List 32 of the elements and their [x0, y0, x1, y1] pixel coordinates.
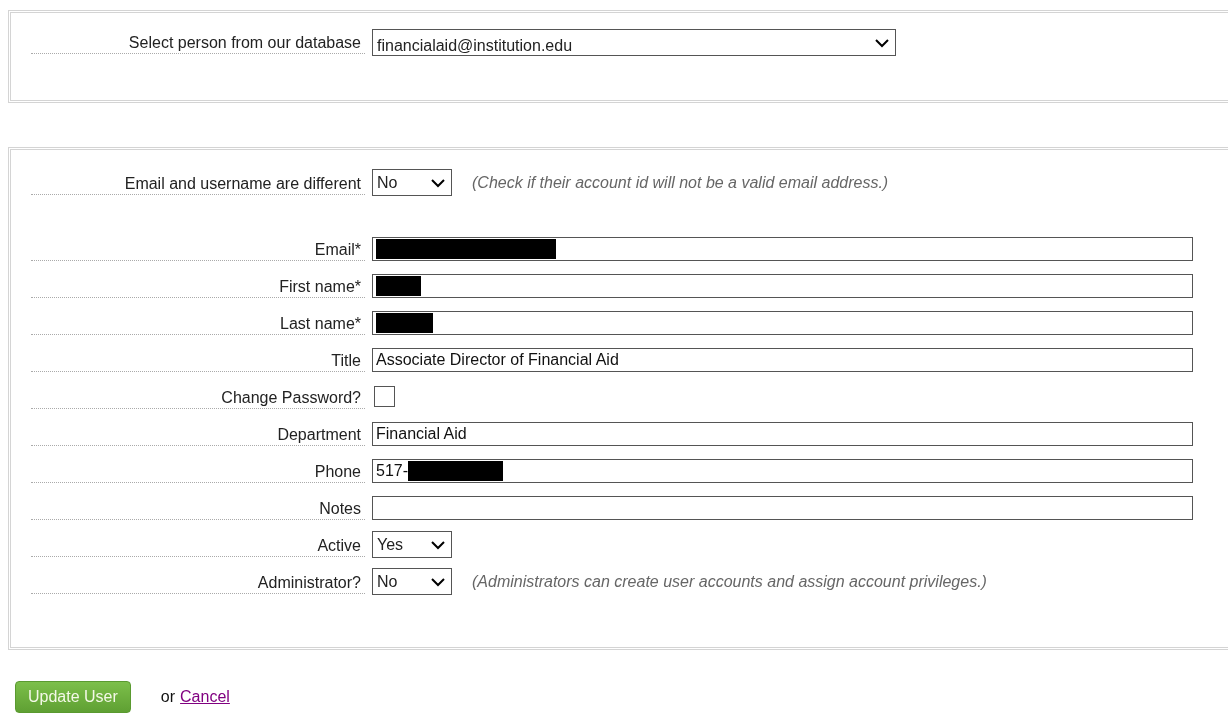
person-dropdown[interactable]: financialaid@institution.edu: [372, 29, 896, 56]
field-label: Email and username are different: [31, 174, 365, 195]
field-label: Email*: [31, 240, 365, 261]
field-label: Active: [31, 536, 365, 557]
field-label: Select person from our database: [31, 33, 365, 54]
or-text: or: [160, 688, 176, 706]
field-label: Department: [31, 425, 365, 446]
field-label: First name*: [31, 277, 365, 298]
field-label: Last name*: [31, 314, 365, 335]
chevron-down-icon: [431, 177, 445, 188]
hint-text: (Check if their account id will not be a valid email address.): [472, 173, 889, 192]
dropdown[interactable]: Yes: [372, 531, 452, 558]
chevron-down-icon: [431, 539, 445, 550]
text-field[interactable]: Financial Aid: [372, 421, 1193, 446]
text-field[interactable]: Associate Director of Financial Aid: [372, 347, 1193, 372]
text-field[interactable]: [372, 495, 1193, 520]
dropdown[interactable]: No: [372, 568, 452, 595]
chevron-down-icon: [875, 37, 889, 48]
text-field[interactable]: [372, 273, 1193, 298]
field-label: Administrator?: [31, 573, 365, 594]
text-field[interactable]: [372, 310, 1193, 335]
field-label: Notes: [31, 499, 365, 520]
chevron-down-icon: [431, 576, 445, 587]
field-label: Change Password?: [31, 388, 365, 409]
text-field[interactable]: [372, 236, 1193, 261]
text-field[interactable]: 517-: [372, 458, 1193, 483]
cancel-link[interactable]: Cancel: [180, 688, 230, 706]
hint-text: (Administrators can create user accounts and assign account privileges.): [472, 572, 987, 591]
checkbox[interactable]: [374, 386, 395, 407]
dropdown[interactable]: No: [372, 169, 452, 196]
field-label: Title: [31, 351, 365, 372]
field-label: Phone: [31, 462, 365, 483]
